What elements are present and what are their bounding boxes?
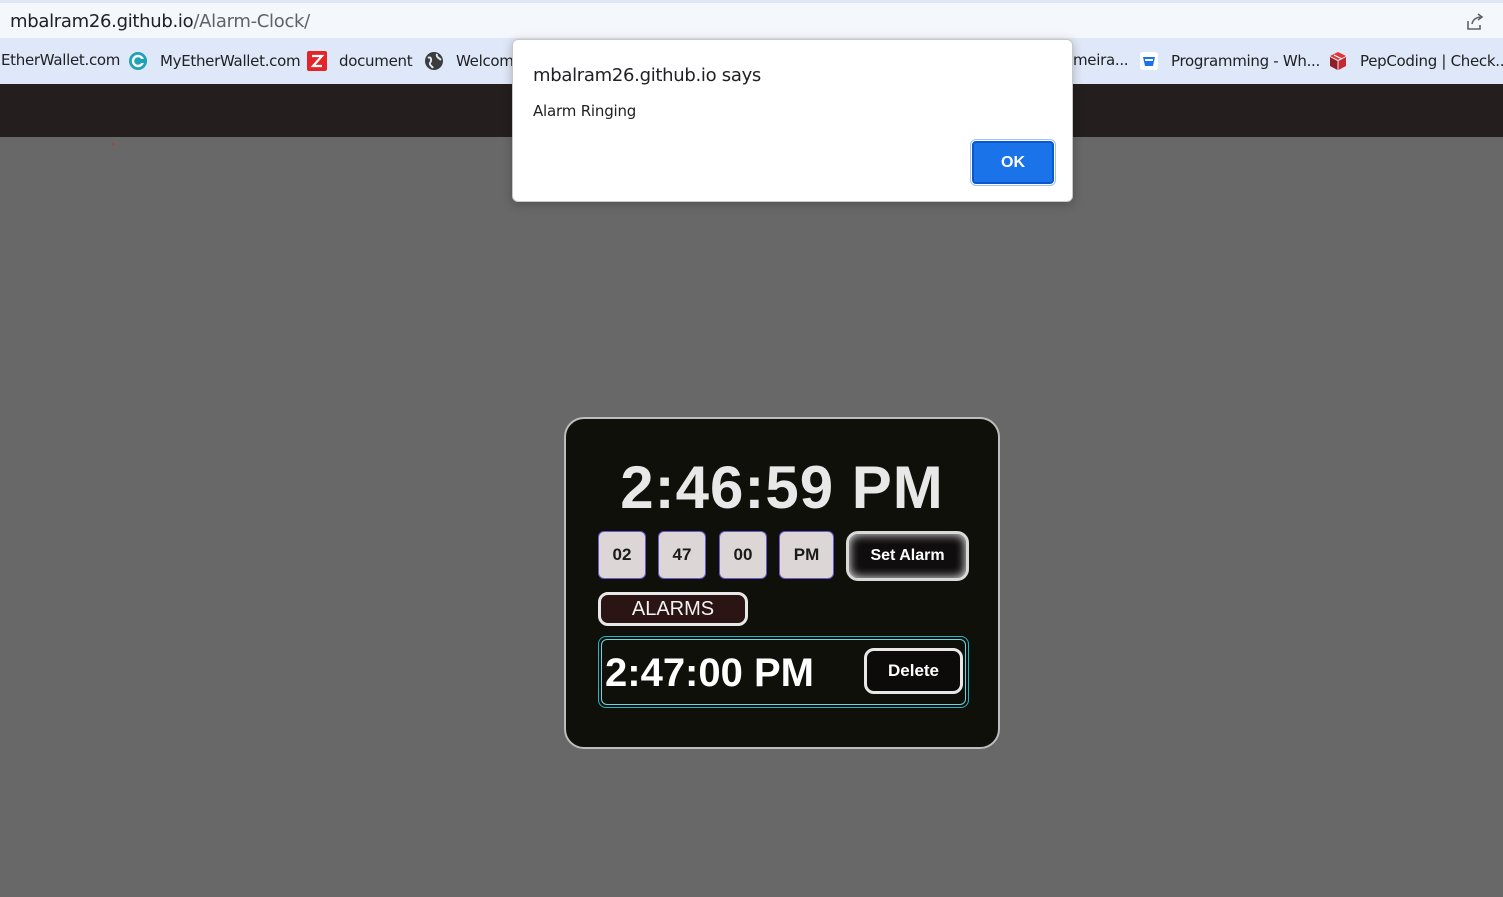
second-input[interactable]: 00 bbox=[719, 531, 767, 579]
share-icon[interactable] bbox=[1465, 12, 1485, 32]
bookmark-welcome[interactable]: Welcome bbox=[424, 51, 523, 71]
ok-button[interactable]: OK bbox=[970, 139, 1056, 186]
alert-dialog: mbalram26.github.io says Alarm Ringing O… bbox=[512, 39, 1073, 202]
bookmark-label: document bbox=[339, 52, 413, 70]
zoho-z-icon bbox=[307, 51, 327, 71]
set-alarm-button[interactable]: Set Alarm bbox=[846, 531, 969, 581]
bookmark-etherwallet[interactable]: EtherWallet.com bbox=[1, 51, 120, 69]
alarm-clock-card: 2:46:59 PM 02 47 00 PM Set Alarm ALARMS … bbox=[564, 417, 1000, 749]
minute-input[interactable]: 47 bbox=[658, 531, 706, 579]
bookmark-label: Programming - Wh... bbox=[1171, 52, 1320, 70]
bookmark-programming[interactable]: Programming - Wh... bbox=[1139, 51, 1320, 71]
hour-input[interactable]: 02 bbox=[598, 531, 646, 579]
ampm-select[interactable]: PM bbox=[779, 531, 834, 579]
address-bar[interactable]: mbalram26.github.io/Alarm-Clock/ bbox=[0, 0, 1503, 38]
alarms-heading: ALARMS bbox=[598, 592, 748, 626]
url-text[interactable]: mbalram26.github.io/Alarm-Clock/ bbox=[10, 11, 310, 32]
shopping-bag-icon bbox=[1140, 52, 1158, 70]
delete-alarm-button[interactable]: Delete bbox=[864, 648, 963, 694]
bookmark-label: MyEtherWallet.com bbox=[160, 52, 301, 70]
bookmark-label: PepCoding | Check... bbox=[1360, 52, 1503, 70]
myetherwallet-icon bbox=[129, 52, 147, 70]
pepcoding-cube-icon bbox=[1330, 52, 1346, 70]
bookmark-label: EtherWallet.com bbox=[1, 51, 121, 69]
alarm-time: 2:47:00 PM bbox=[605, 651, 814, 695]
stray-dot bbox=[112, 143, 114, 145]
globe-icon bbox=[425, 52, 443, 70]
url-path: /Alarm-Clock/ bbox=[193, 11, 310, 32]
dialog-message: Alarm Ringing bbox=[533, 102, 637, 120]
bookmark-myetherwallet[interactable]: MyEtherWallet.com bbox=[128, 51, 301, 71]
bookmark-label: meira... bbox=[1073, 51, 1129, 69]
bookmark-document[interactable]: document bbox=[307, 51, 413, 71]
bookmark-pepcoding[interactable]: PepCoding | Check... bbox=[1328, 51, 1503, 71]
bookmark-meira[interactable]: meira... bbox=[1073, 51, 1129, 69]
alarm-list-item: 2:47:00 PM Delete bbox=[598, 636, 969, 708]
url-host: mbalram26.github.io bbox=[10, 11, 194, 32]
current-time-display: 2:46:59 PM bbox=[620, 454, 944, 521]
dialog-title: mbalram26.github.io says bbox=[533, 65, 762, 86]
